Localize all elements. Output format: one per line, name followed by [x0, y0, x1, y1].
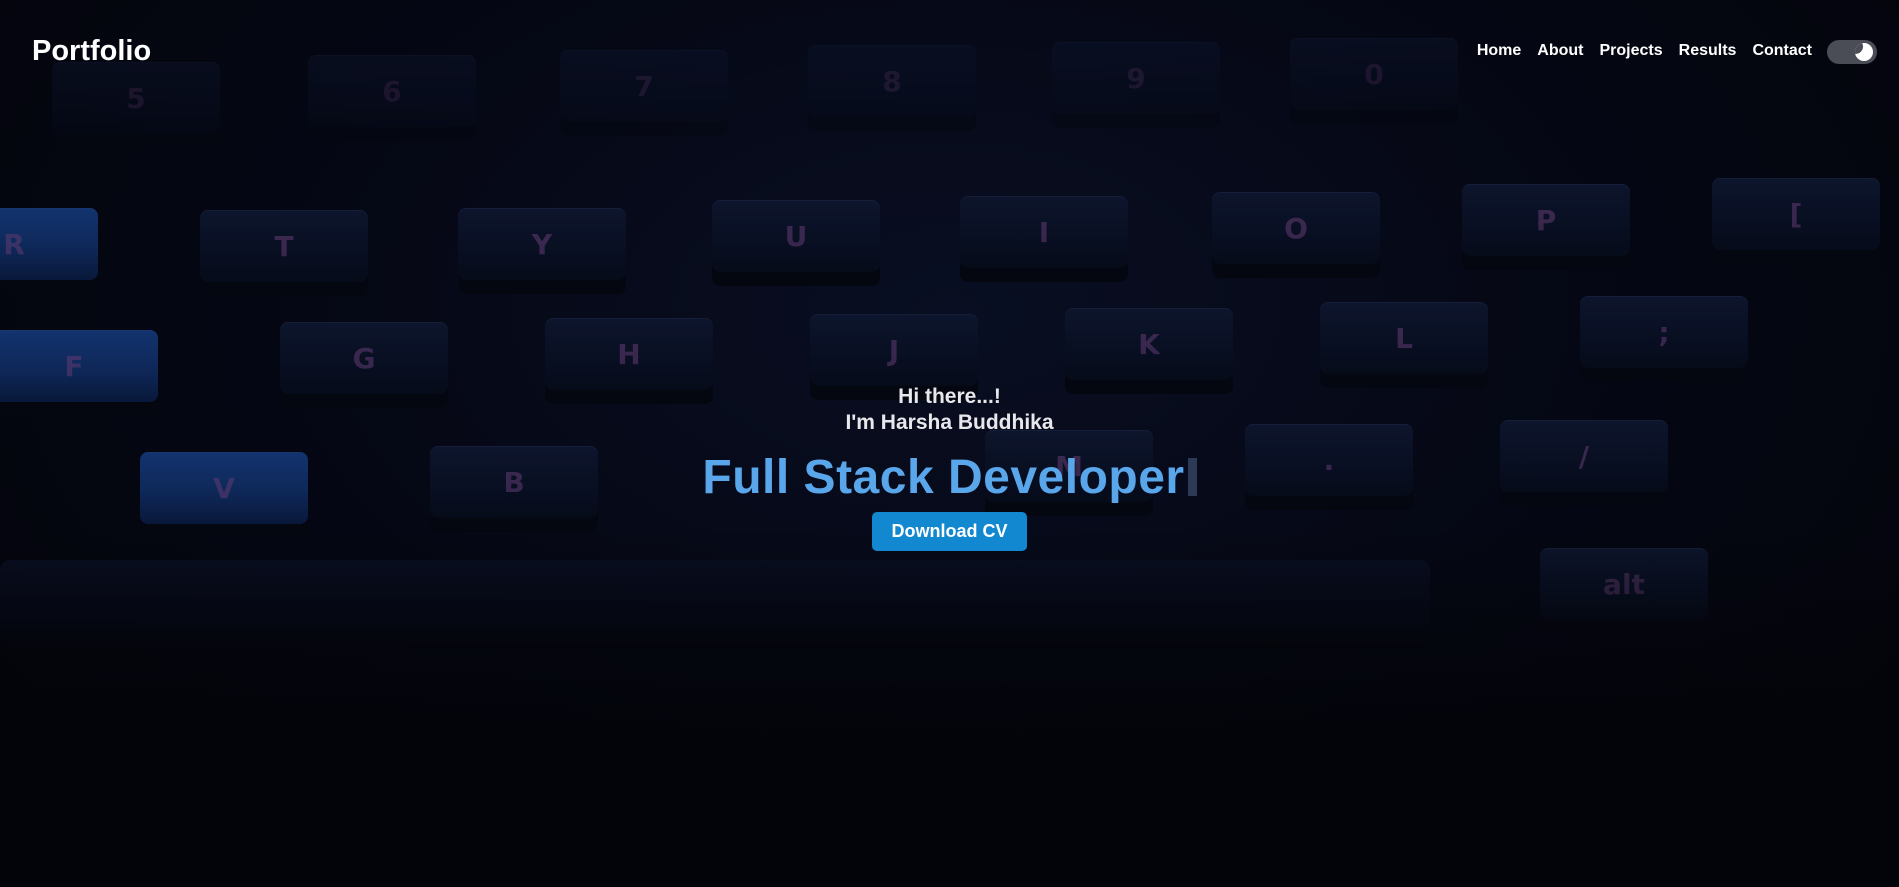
hero-role: Full Stack Developer	[702, 450, 1185, 504]
nav-link-contact[interactable]: Contact	[1752, 42, 1812, 59]
nav-item-contact: Contact	[1752, 42, 1812, 60]
portfolio-page: 5 6 7 8 9 0 R T Y U I O P [ F G H J K L …	[0, 0, 1899, 887]
nav-link-results[interactable]: Results	[1679, 42, 1737, 59]
nav-item-projects: Projects	[1600, 42, 1663, 60]
nav-links: Home About Projects Results Contact	[1477, 42, 1812, 60]
moon-icon	[1855, 43, 1873, 61]
bottom-fade	[0, 527, 1899, 887]
hero-greeting: Hi there...!	[898, 385, 1001, 408]
nav-link-about[interactable]: About	[1537, 42, 1583, 59]
nav-item-results: Results	[1679, 42, 1737, 60]
hero-section: Hi there...! I'm Harsha Buddhika Full St…	[0, 384, 1899, 551]
nav-item-about: About	[1537, 42, 1583, 60]
navbar: Portfolio Home About Projects Results Co…	[0, 0, 1899, 104]
nav-link-home[interactable]: Home	[1477, 42, 1521, 59]
nav-item-home: Home	[1477, 42, 1521, 60]
typing-cursor	[1187, 458, 1197, 496]
nav-link-projects[interactable]: Projects	[1600, 42, 1663, 59]
hero-name: I'm Harsha Buddhika	[845, 411, 1054, 434]
theme-toggle-switch[interactable]	[1827, 40, 1877, 64]
download-cv-button[interactable]: Download CV	[872, 512, 1027, 551]
typed-role-container: Full Stack Developer	[702, 450, 1197, 504]
brand-logo[interactable]: Portfolio	[32, 35, 151, 68]
